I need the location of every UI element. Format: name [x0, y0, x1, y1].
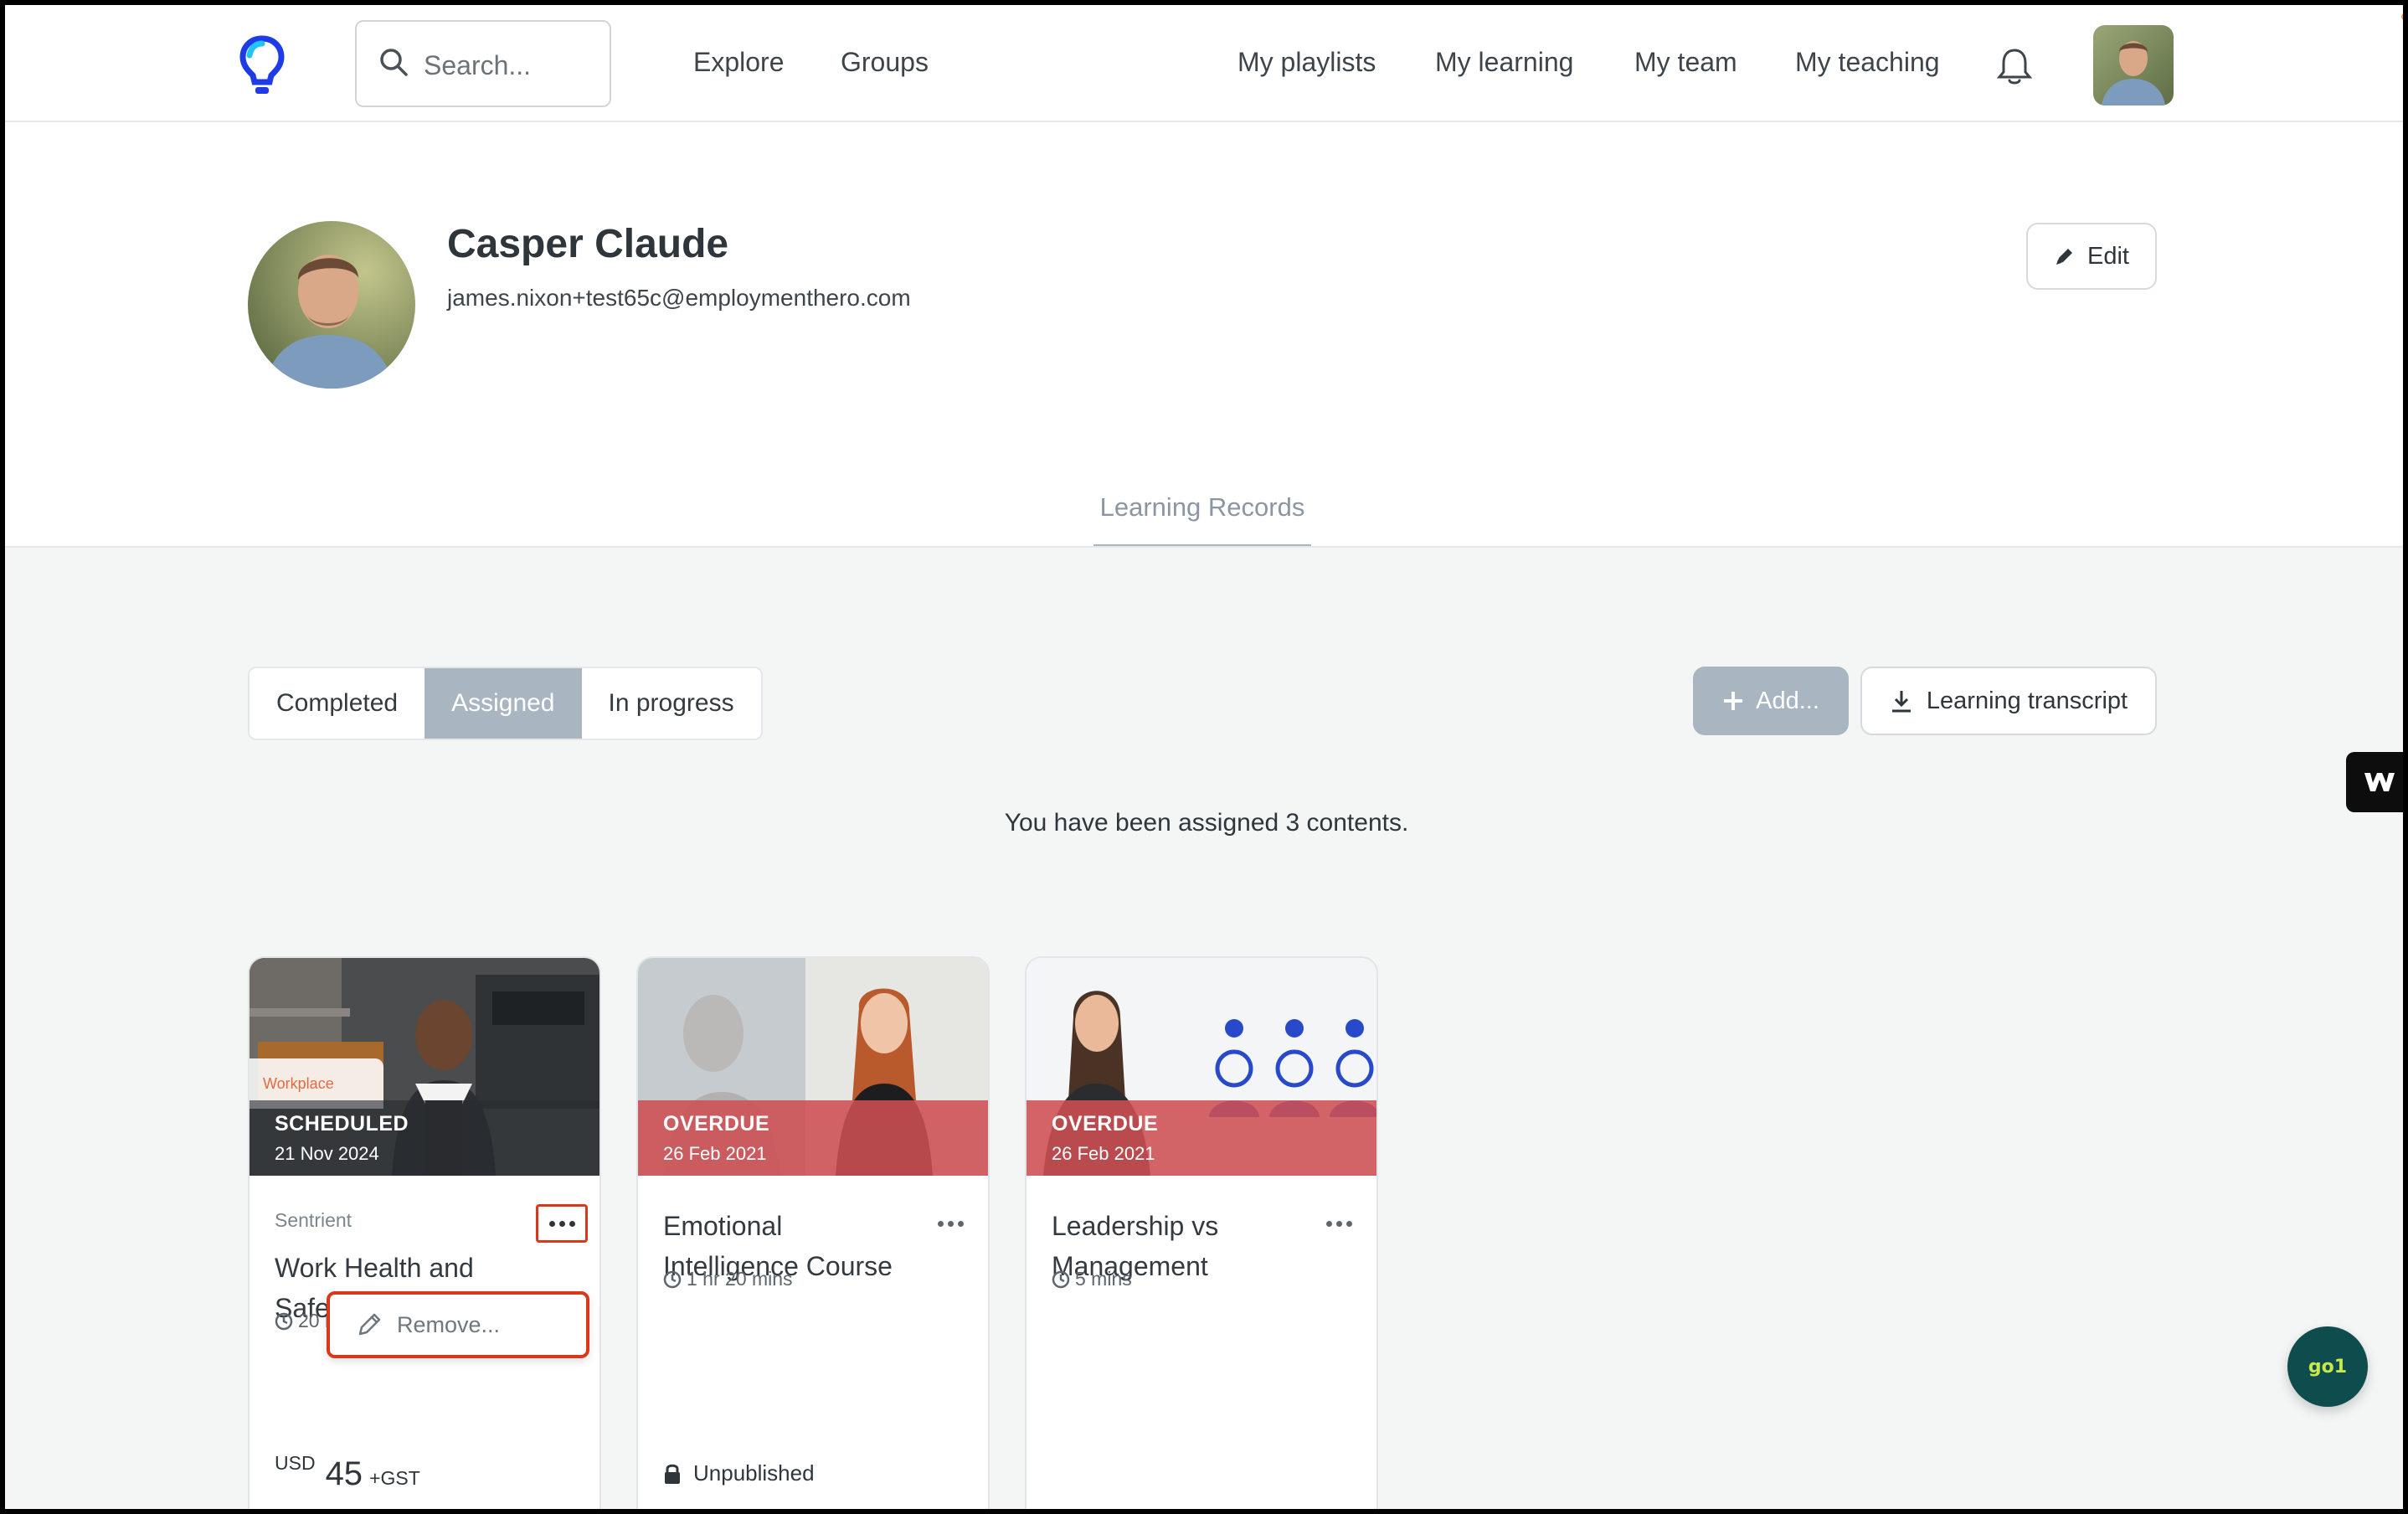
card-duration-text: 1 hr 20 mins [687, 1268, 793, 1290]
add-button[interactable]: Add... [1693, 667, 1849, 735]
card-unpublished-text: Unpublished [693, 1460, 815, 1486]
status-dot [2401, 13, 2403, 20]
remove-menu-item[interactable]: Remove... [397, 1312, 500, 1338]
price-currency: USD [275, 1452, 316, 1474]
price-amount: 45 [325, 1455, 363, 1492]
nav-my-teaching[interactable]: My teaching [1795, 47, 1940, 78]
filter-completed[interactable]: Completed [250, 668, 425, 739]
clock-icon [663, 1270, 682, 1288]
profile-name: Casper Claude [447, 222, 729, 266]
learning-transcript-button[interactable]: Learning transcript [1860, 667, 2157, 735]
top-navigation-bar: Explore Groups My playlists My learning … [5, 5, 2403, 122]
nav-groups[interactable]: Groups [841, 47, 929, 78]
card-date: 26 Feb 2021 [1052, 1143, 1155, 1164]
clock-icon [275, 1312, 293, 1330]
assigned-count-message: You have been assigned 3 contents. [1004, 809, 1409, 837]
card-thumbnail: OVERDUE 26 Feb 2021 [638, 958, 988, 1176]
pencil-icon [2056, 249, 2072, 265]
card-duration: 5 mins [1052, 1268, 1132, 1290]
edit-profile-button[interactable]: Edit [2026, 223, 2157, 290]
w-logo-icon [2364, 773, 2395, 791]
dot-icon [957, 1220, 964, 1227]
search-box[interactable] [355, 20, 611, 107]
lock-icon [665, 1464, 680, 1484]
add-label: Add... [1756, 687, 1819, 714]
nav-my-playlists[interactable]: My playlists [1237, 47, 1376, 78]
employment-hero-widget-button[interactable] [2346, 752, 2403, 812]
card-date: 21 Nov 2024 [275, 1143, 379, 1164]
dot-icon [937, 1220, 944, 1227]
card-more-options-button[interactable] [1313, 1204, 1365, 1243]
card-status-band: SCHEDULED 21 Nov 2024 [250, 1100, 599, 1176]
dot-icon [569, 1220, 575, 1227]
clock-icon [1052, 1270, 1070, 1288]
card-date: 26 Feb 2021 [663, 1143, 767, 1164]
card-status: OVERDUE [663, 1112, 770, 1136]
content-card-work-health-safety[interactable]: Workplace SCHEDULED 21 Nov 2024 Sentrien… [248, 956, 601, 1509]
nav-my-learning[interactable]: My learning [1435, 47, 1573, 78]
dot-icon [947, 1220, 954, 1227]
card-provider: Sentrient [275, 1209, 352, 1231]
lightbulb-logo-icon[interactable] [238, 33, 286, 100]
dot-icon [1345, 1220, 1352, 1227]
filter-in-progress[interactable]: In progress [581, 668, 761, 739]
download-icon [1891, 691, 1911, 713]
plus-icon [1724, 692, 1743, 710]
dot-icon [548, 1220, 555, 1227]
card-status: OVERDUE [1052, 1112, 1159, 1136]
profile-avatar [248, 221, 415, 389]
content-card-emotional-intelligence[interactable]: OVERDUE 26 Feb 2021 Emotional Intelligen… [636, 956, 990, 1509]
dot-icon [1335, 1220, 1342, 1227]
card-thumbnail: Workplace SCHEDULED 21 Nov 2024 [250, 958, 599, 1176]
card-status-band: OVERDUE 26 Feb 2021 [638, 1100, 988, 1176]
go1-chat-button[interactable]: go1 [2287, 1326, 2368, 1407]
pencil-outline-icon [358, 1313, 381, 1336]
card-more-options-button[interactable] [536, 1204, 588, 1243]
filter-assigned[interactable]: Assigned [424, 668, 582, 739]
card-price: USD 45 +GST [275, 1452, 420, 1493]
user-avatar[interactable] [2093, 25, 2174, 106]
app-window: Explore Groups My playlists My learning … [0, 0, 2408, 1514]
dot-icon [1325, 1220, 1332, 1227]
profile-email: james.nixon+test65c@employmenthero.com [447, 285, 911, 311]
nav-explore[interactable]: Explore [693, 47, 785, 78]
card-status: SCHEDULED [275, 1112, 409, 1136]
nav-my-team[interactable]: My team [1634, 47, 1737, 78]
card-more-options-button[interactable] [924, 1204, 976, 1243]
card-duration-text: 5 mins [1075, 1268, 1132, 1290]
card-status-band: OVERDUE 26 Feb 2021 [1026, 1100, 1376, 1176]
learning-transcript-label: Learning transcript [1926, 687, 2128, 714]
content-card-leadership-vs-management[interactable]: OVERDUE 26 Feb 2021 Leadership vs Manage… [1025, 956, 1378, 1509]
tab-learning-records[interactable]: Learning Records [1093, 492, 1311, 548]
dot-icon [558, 1220, 565, 1227]
price-tax: +GST [369, 1467, 420, 1489]
edit-label: Edit [2087, 242, 2129, 270]
card-options-menu: Remove... [327, 1291, 589, 1358]
card-unpublished-status: Unpublished [663, 1460, 815, 1486]
card-duration: 1 hr 20 mins [663, 1268, 793, 1290]
search-input[interactable] [424, 42, 599, 89]
card-thumbnail: OVERDUE 26 Feb 2021 [1026, 958, 1376, 1176]
search-icon [380, 49, 408, 76]
record-filter-segmented-control: Completed Assigned In progress [248, 667, 763, 740]
learning-records-panel: Completed Assigned In progress Add... Le… [5, 546, 2403, 1509]
notification-bell-icon[interactable] [1996, 47, 2033, 87]
